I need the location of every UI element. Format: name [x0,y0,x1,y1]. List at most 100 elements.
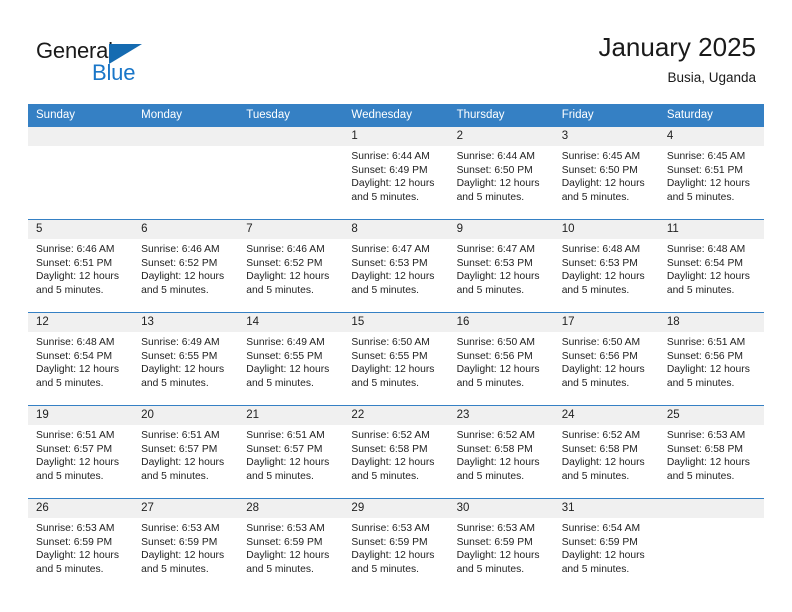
calendar-day-cell[interactable]: 12 Sunrise: 6:48 AM Sunset: 6:54 PM Dayligh… [28,312,134,406]
calendar-day-cell[interactable]: 11 Sunrise: 6:48 AM Sunset: 6:54 PM Dayligh… [658,219,764,313]
sunset-text: Sunset: 6:58 PM [666,443,743,455]
daylight-text-line2: and 5 minutes. [141,284,209,296]
daylight-text-line1: Daylight: 12 hours [561,178,645,190]
calendar-day-cell[interactable]: 24 Sunrise: 6:52 AM Sunset: 6:58 PM Dayligh… [553,405,659,499]
calendar-day-cell[interactable]: 31 Sunrise: 6:54 AM Sunset: 6:59 PM Dayligh… [553,498,659,591]
sunrise-text: Sunrise: 6:48 AM [666,244,746,255]
sunset-text: Sunset: 6:59 PM [351,536,428,548]
day-cell-inner: 12 Sunrise: 6:48 AM Sunset: 6:54 PM Dayligh… [28,313,134,405]
day-details: Sunrise: 6:51 AM Sunset: 6:57 PM Daylight:… [238,425,343,483]
calendar-day-cell[interactable]: 30 Sunrise: 6:53 AM Sunset: 6:59 PM Dayligh… [448,498,554,591]
calendar-day-cell[interactable]: 6 Sunrise: 6:46 AM Sunset: 6:52 PM Daylight… [133,219,239,313]
day-cell-inner: 29 Sunrise: 6:53 AM Sunset: 6:59 PM Dayligh… [343,499,449,591]
sunset-text: Sunset: 6:53 PM [561,257,638,269]
daylight-text-line2: and 5 minutes. [36,470,104,482]
calendar-day-cell[interactable]: 23 Sunrise: 6:52 AM Sunset: 6:58 PM Dayligh… [448,405,554,499]
day-details: Sunrise: 6:51 AM Sunset: 6:57 PM Daylight:… [133,425,238,483]
daylight-text-line2: and 5 minutes. [351,191,419,203]
daylight-text-line2: and 5 minutes. [561,284,630,296]
day-details: Sunrise: 6:47 AM Sunset: 6:53 PM Daylight:… [449,239,554,297]
calendar-day-cell[interactable]: 15 Sunrise: 6:50 AM Sunset: 6:55 PM Dayligh… [343,312,449,406]
sunset-text: Sunset: 6:55 PM [141,350,218,362]
calendar-day-cell[interactable]: 22 Sunrise: 6:52 AM Sunset: 6:58 PM Dayligh… [343,405,449,499]
calendar-day-cell[interactable]: 21 Sunrise: 6:51 AM Sunset: 6:57 PM Dayligh… [238,405,344,499]
daylight-text-line2: and 5 minutes. [36,377,104,389]
day-number: 26 [28,499,134,518]
calendar-day-cell[interactable]: 2 Sunrise: 6:44 AM Sunset: 6:50 PM Daylight… [448,126,554,220]
daylight-text-line1: Daylight: 12 hours [561,271,645,283]
daylight-text-line2: and 5 minutes. [456,191,525,203]
calendar-day-cell[interactable]: 20 Sunrise: 6:51 AM Sunset: 6:57 PM Dayligh… [133,405,239,499]
calendar-day-cell-empty [238,126,344,220]
sunset-text: Sunset: 6:50 PM [456,164,533,176]
day-details: Sunrise: 6:53 AM Sunset: 6:59 PM Daylight:… [449,518,554,576]
sunrise-text: Sunrise: 6:53 AM [456,523,535,534]
daylight-text-line2: and 5 minutes. [246,377,314,389]
sunset-text: Sunset: 6:52 PM [246,257,323,269]
calendar-day-cell[interactable]: 18 Sunrise: 6:51 AM Sunset: 6:56 PM Dayligh… [658,312,764,406]
daylight-text-line1: Daylight: 12 hours [141,457,225,469]
daylight-text-line1: Daylight: 12 hours [456,271,540,283]
sunrise-text: Sunrise: 6:50 AM [351,337,430,348]
sunset-text: Sunset: 6:52 PM [141,257,218,269]
calendar-week-row: 12 Sunrise: 6:48 AM Sunset: 6:54 PM Dayligh… [28,312,764,406]
weekday-header-wednesday: Wednesday [343,104,449,127]
calendar-week-row: 1 Sunrise: 6:44 AM Sunset: 6:49 PM Daylight… [28,126,764,220]
calendar-day-cell[interactable]: 1 Sunrise: 6:44 AM Sunset: 6:49 PM Daylight… [343,126,449,220]
sunset-text: Sunset: 6:51 PM [36,257,113,269]
sunset-text: Sunset: 6:56 PM [456,350,533,362]
calendar-day-cell-empty [658,498,764,591]
day-number [238,127,344,146]
calendar-day-cell[interactable]: 4 Sunrise: 6:45 AM Sunset: 6:51 PM Daylight… [658,126,764,220]
daylight-text-line1: Daylight: 12 hours [351,457,435,469]
calendar-day-cell[interactable]: 29 Sunrise: 6:53 AM Sunset: 6:59 PM Dayligh… [343,498,449,591]
sunset-text: Sunset: 6:59 PM [561,536,638,548]
calendar-table: Sunday Monday Tuesday Wednesday Thursday Frid… [28,104,764,591]
daylight-text-line2: and 5 minutes. [246,470,314,482]
sunrise-text: Sunrise: 6:53 AM [666,430,746,441]
day-cell-inner: 19 Sunrise: 6:51 AM Sunset: 6:57 PM Dayligh… [28,406,134,498]
sunset-text: Sunset: 6:51 PM [666,164,743,176]
daylight-text-line2: and 5 minutes. [36,563,104,575]
calendar-day-cell[interactable]: 10 Sunrise: 6:48 AM Sunset: 6:53 PM Dayligh… [553,219,659,313]
day-number: 8 [343,220,449,239]
calendar-day-cell[interactable]: 13 Sunrise: 6:49 AM Sunset: 6:55 PM Dayligh… [133,312,239,406]
day-number: 25 [658,406,764,425]
calendar-day-cell[interactable]: 7 Sunrise: 6:46 AM Sunset: 6:52 PM Daylight… [238,219,344,313]
sunrise-text: Sunrise: 6:54 AM [561,523,641,534]
day-cell-inner: 5 Sunrise: 6:46 AM Sunset: 6:51 PM Daylight… [28,220,134,312]
calendar-day-cell[interactable]: 19 Sunrise: 6:51 AM Sunset: 6:57 PM Dayligh… [28,405,134,499]
day-number: 18 [658,313,764,332]
day-number: 23 [448,406,554,425]
calendar-day-cell[interactable]: 16 Sunrise: 6:50 AM Sunset: 6:56 PM Dayligh… [448,312,554,406]
sunrise-text: Sunrise: 6:44 AM [351,151,430,162]
calendar-day-cell[interactable]: 9 Sunrise: 6:47 AM Sunset: 6:53 PM Daylight… [448,219,554,313]
daylight-text-line2: and 5 minutes. [141,377,209,389]
day-details: Sunrise: 6:49 AM Sunset: 6:55 PM Daylight:… [133,332,238,390]
calendar-week-row: 5 Sunrise: 6:46 AM Sunset: 6:51 PM Daylight… [28,219,764,313]
day-cell-inner: 27 Sunrise: 6:53 AM Sunset: 6:59 PM Dayligh… [133,499,239,591]
calendar-day-cell[interactable]: 14 Sunrise: 6:49 AM Sunset: 6:55 PM Dayligh… [238,312,344,406]
day-details: Sunrise: 6:44 AM Sunset: 6:49 PM Daylight:… [343,146,448,204]
sunrise-text: Sunrise: 6:51 AM [36,430,115,441]
day-details: Sunrise: 6:51 AM Sunset: 6:57 PM Daylight:… [28,425,133,483]
sunrise-text: Sunrise: 6:52 AM [561,430,641,441]
day-number: 21 [238,406,344,425]
calendar-day-cell[interactable]: 17 Sunrise: 6:50 AM Sunset: 6:56 PM Dayligh… [553,312,659,406]
calendar-day-cell[interactable]: 27 Sunrise: 6:53 AM Sunset: 6:59 PM Dayligh… [133,498,239,591]
day-details: Sunrise: 6:53 AM Sunset: 6:59 PM Daylight:… [238,518,343,576]
calendar-day-cell[interactable]: 5 Sunrise: 6:46 AM Sunset: 6:51 PM Daylight… [28,219,134,313]
daylight-text-line1: Daylight: 12 hours [561,550,645,562]
sunset-text: Sunset: 6:56 PM [561,350,638,362]
calendar-day-cell[interactable]: 3 Sunrise: 6:45 AM Sunset: 6:50 PM Daylight… [553,126,659,220]
daylight-text-line1: Daylight: 12 hours [666,178,750,190]
daylight-text-line2: and 5 minutes. [666,191,735,203]
day-cell-inner: 20 Sunrise: 6:51 AM Sunset: 6:57 PM Dayligh… [133,406,239,498]
calendar-day-cell[interactable]: 26 Sunrise: 6:53 AM Sunset: 6:59 PM Dayligh… [28,498,134,591]
calendar-day-cell[interactable]: 25 Sunrise: 6:53 AM Sunset: 6:58 PM Dayligh… [658,405,764,499]
calendar-day-cell[interactable]: 8 Sunrise: 6:47 AM Sunset: 6:53 PM Daylight… [343,219,449,313]
sunrise-text: Sunrise: 6:50 AM [561,337,641,348]
day-cell-inner: 8 Sunrise: 6:47 AM Sunset: 6:53 PM Daylight… [343,220,449,312]
general-blue-logo[interactable]: General Blue [36,38,266,90]
calendar-day-cell[interactable]: 28 Sunrise: 6:53 AM Sunset: 6:59 PM Dayligh… [238,498,344,591]
